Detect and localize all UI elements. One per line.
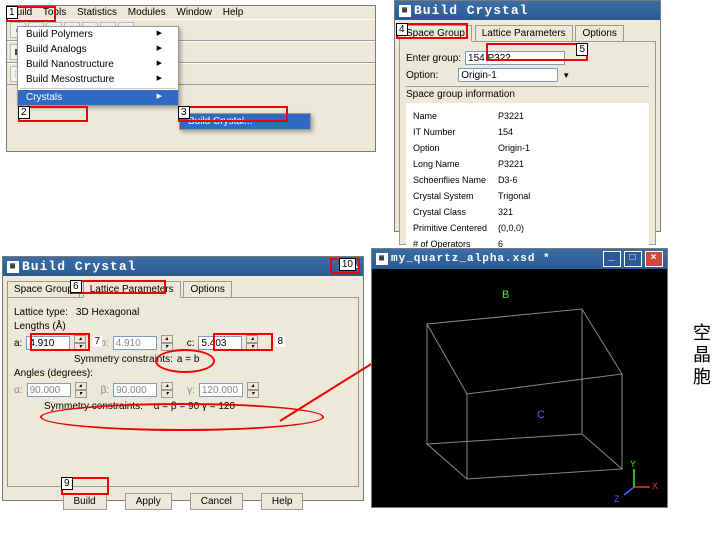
lengths-header: Lengths (Å) [14,321,352,332]
b-spinner: ▴▾ [161,335,173,351]
close-button[interactable]: × [645,251,663,267]
callout-4: 4 [396,23,408,36]
axis-x-label: X [652,481,658,491]
beta-spinner: ▴▾ [161,382,173,398]
lattice-type-value: 3D Hexagonal [76,307,139,318]
alpha-input [27,383,71,397]
menu-help[interactable]: Help [223,7,244,18]
axis-c-label: C [537,409,545,421]
maximize-button[interactable]: □ [624,251,642,267]
window-title: Build Crystal [414,3,528,18]
callout-10: 10 [339,258,356,271]
menu-modules[interactable]: Modules [128,7,166,18]
menu-statistics[interactable]: Statistics [77,7,117,18]
window-title: Build Crystal [22,259,136,274]
window-icon: ▦ [7,261,19,273]
sg-panel: Enter group: Option:▼ Space group inform… [399,41,656,245]
window-icon: ▦ [376,253,388,265]
3d-viewer[interactable]: B C X Y Z [372,269,667,507]
window-icon: ▦ [399,5,411,17]
callout-5: 5 [576,43,588,56]
cancel-button[interactable]: Cancel [190,493,243,510]
alpha-label: α: [14,385,23,396]
axis-y-label: Y [630,459,636,469]
tabs: Space Group Lattice Parameters Options [3,276,363,297]
tab-lattice-parameters[interactable]: Lattice Parameters [475,25,573,41]
menu-build-nanostructure[interactable]: Build Nanostructure [18,57,178,72]
alpha-spinner: ▴▾ [75,382,87,398]
minimize-button[interactable]: _ [603,251,621,267]
gamma-label: γ: [187,385,195,396]
title-bar: ▦ my_quartz_alpha.xsd * _ □ × [372,249,667,269]
option-select[interactable] [458,68,558,82]
callout-3: 3 [178,106,190,119]
sg-info-table: NameP3221 IT Number154 OptionOrigin-1 Lo… [410,107,533,253]
button-row: Build Apply Cancel Help [3,487,363,516]
callout-7: 7 [92,336,102,347]
menu-build-mesostructure[interactable]: Build Mesostructure [18,72,178,87]
build-submenu: Build Polymers Build Analogs Build Nanos… [17,26,179,106]
red-oval-angles [40,403,324,431]
axis-b-label: B [502,289,509,301]
c-label: c: [187,338,195,349]
beta-input [113,383,157,397]
menu-window[interactable]: Window [176,7,212,18]
lp-panel: Lattice type: 3D Hexagonal Lengths (Å) a:… [7,297,359,487]
menu-crystals[interactable]: Crystals [18,90,178,105]
unit-cell-cube [372,269,665,507]
menu-bar: Build Tools Statistics Modules Window He… [7,6,375,19]
viewer-window: ▦ my_quartz_alpha.xsd * _ □ × B C X Y [371,248,668,508]
title-bar: ▦Build Crystal [395,1,660,20]
gamma-input [199,383,243,397]
gamma-spinner: ▴▾ [247,382,259,398]
beta-label: β: [101,385,110,396]
callout-1: 1 [6,6,18,19]
tab-options[interactable]: Options [575,25,623,41]
apply-button[interactable]: Apply [125,493,172,510]
build-button[interactable]: Build [63,493,107,510]
enter-group-label: Enter group: [406,53,461,64]
info-header: Space group information [406,89,649,100]
help-button[interactable]: Help [261,493,304,510]
tab-options[interactable]: Options [183,281,231,297]
a-label: a: [14,338,22,349]
title-bar: ▦Build Crystal▲ [3,257,363,276]
callout-8: 8 [275,336,285,347]
callout-9: 9 [61,477,73,490]
cjk-label: 空晶胞 [693,322,711,388]
viewer-title: my_quartz_alpha.xsd * [391,253,551,265]
menu-build-analogs[interactable]: Build Analogs [18,42,178,57]
callout-6: 6 [70,280,82,293]
tab-space-group[interactable]: Space Group [7,281,80,297]
axis-z-label: Z [614,494,620,504]
option-label: Option: [406,70,438,81]
callout-2: 2 [18,106,30,119]
red-oval-ab [155,349,215,373]
b-input [113,336,157,350]
menu-build-polymers[interactable]: Build Polymers [18,27,178,42]
build-crystal-lp-window: ▦Build Crystal▲ Space Group Lattice Para… [2,256,364,501]
main-app-window: Build Tools Statistics Modules Window He… [6,5,376,152]
lattice-type-label: Lattice type: [14,307,68,318]
